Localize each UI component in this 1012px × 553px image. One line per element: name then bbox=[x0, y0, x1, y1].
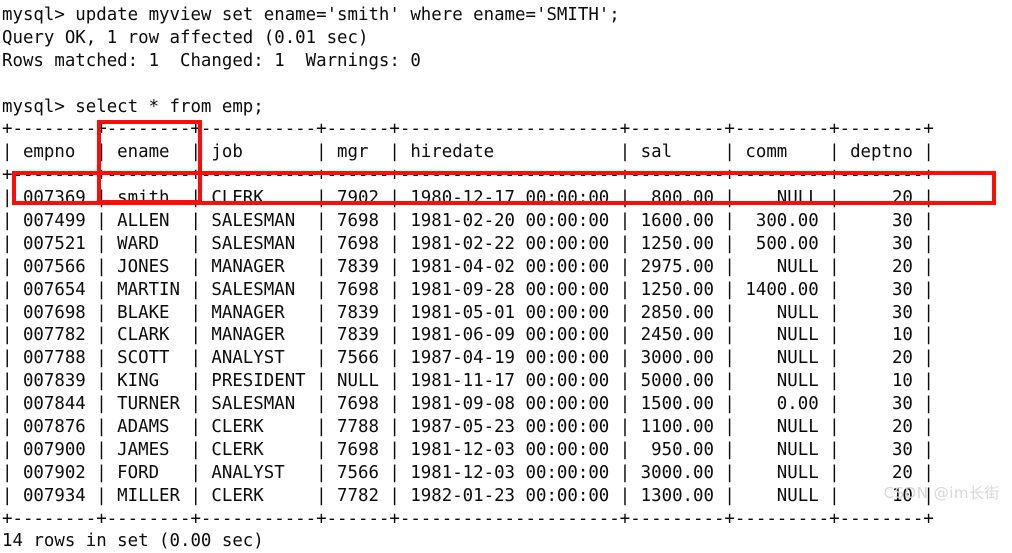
table-header-row: | empno | ename | job | mgr | hiredate |… bbox=[2, 142, 934, 163]
terminal-line-query-ok: Query OK, 1 row affected (0.01 sec) bbox=[2, 27, 369, 48]
table-border-header: +--------+--------+-----------+------+--… bbox=[2, 165, 934, 186]
terminal-window[interactable]: mysql> update myview set ename='smith' w… bbox=[0, 0, 1012, 551]
table-row: | 007876 | ADAMS | CLERK | 7788 | 1987-0… bbox=[2, 417, 934, 438]
table-row: | 007839 | KING | PRESIDENT | NULL | 198… bbox=[2, 371, 934, 392]
table-row: | 007698 | BLAKE | MANAGER | 7839 | 1981… bbox=[2, 302, 934, 323]
terminal-line-rows-matched: Rows matched: 1 Changed: 1 Warnings: 0 bbox=[2, 50, 421, 71]
table-row: | 007788 | SCOTT | ANALYST | 7566 | 1987… bbox=[2, 348, 934, 369]
table-row: | 007654 | MARTIN | SALESMAN | 7698 | 19… bbox=[2, 279, 934, 300]
table-row: | 007844 | TURNER | SALESMAN | 7698 | 19… bbox=[2, 394, 934, 415]
table-row: | 007782 | CLARK | MANAGER | 7839 | 1981… bbox=[2, 325, 934, 346]
table-border-bottom: +--------+--------+-----------+------+--… bbox=[2, 508, 934, 529]
table-row: | 007499 | ALLEN | SALESMAN | 7698 | 198… bbox=[2, 211, 934, 232]
table-row: | 007902 | FORD | ANALYST | 7566 | 1981-… bbox=[2, 462, 934, 483]
table-row: | 007566 | JONES | MANAGER | 7839 | 1981… bbox=[2, 256, 934, 277]
terminal-line-rows-in-set: 14 rows in set (0.00 sec) bbox=[2, 531, 264, 552]
table-border-top: +--------+--------+-----------+------+--… bbox=[2, 119, 934, 140]
table-row: | 007369 | smith | CLERK | 7902 | 1980-1… bbox=[2, 188, 934, 209]
table-row: | 007934 | MILLER | CLERK | 7782 | 1982-… bbox=[2, 485, 934, 506]
terminal-line-update-command: mysql> update myview set ename='smith' w… bbox=[2, 5, 620, 25]
table-row: | 007900 | JAMES | CLERK | 7698 | 1981-1… bbox=[2, 439, 934, 460]
terminal-line-select-command: mysql> select * from emp; bbox=[2, 96, 264, 117]
table-row: | 007521 | WARD | SALESMAN | 7698 | 1981… bbox=[2, 233, 934, 254]
